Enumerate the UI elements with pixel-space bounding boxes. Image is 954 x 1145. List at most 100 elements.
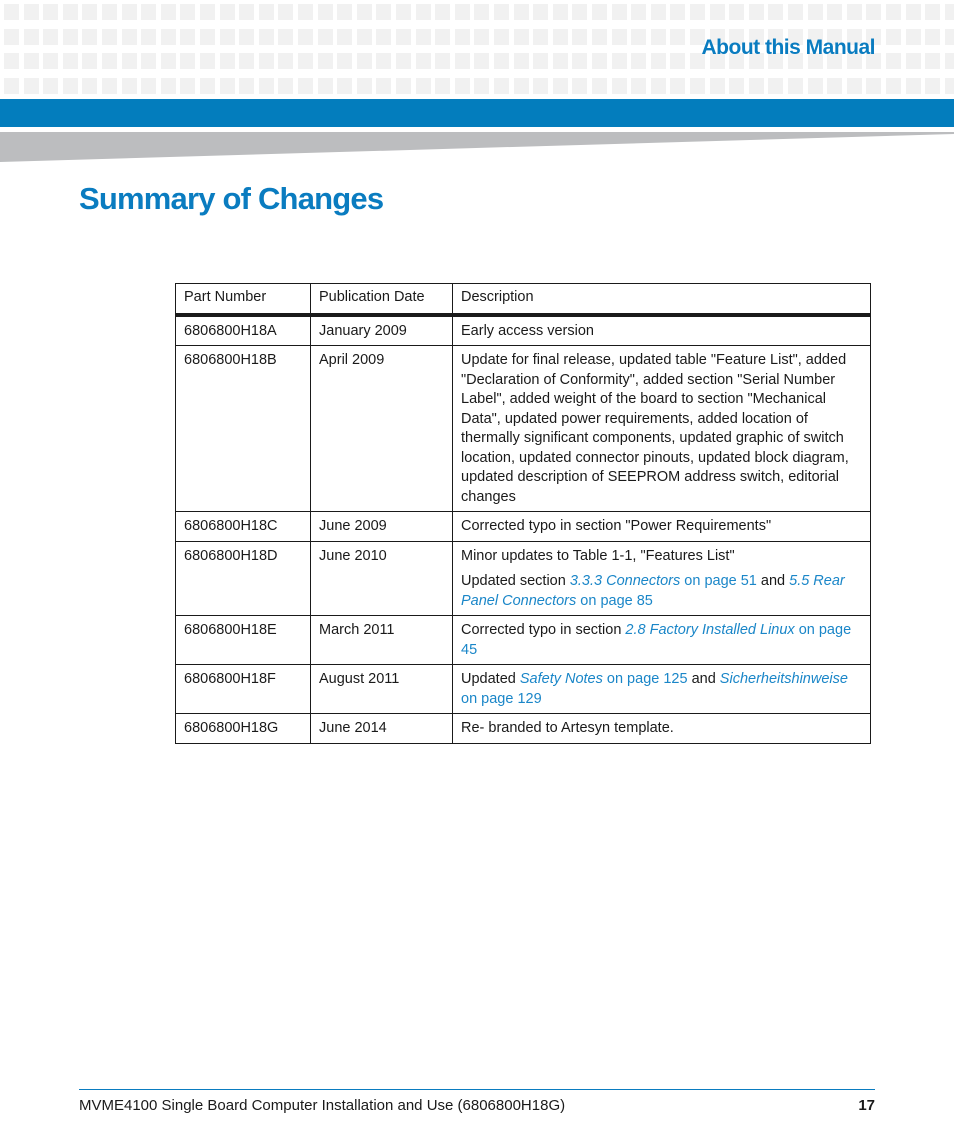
pattern-square: [631, 53, 647, 69]
pattern-square: [592, 53, 607, 69]
pattern-square: [709, 77, 725, 94]
description-cell: Re- branded to Artesyn template.: [452, 713, 871, 744]
pattern-square: [396, 28, 411, 45]
table-row: 6806800H18F August 2011 Updated Safety N…: [175, 664, 871, 714]
pattern-square: [121, 53, 137, 69]
header-blue-band: [0, 99, 954, 127]
pattern-square: [631, 77, 647, 94]
part-number-cell: 6806800H18G: [175, 713, 311, 744]
pattern-square: [592, 77, 607, 94]
pattern-square: [337, 4, 353, 20]
pattern-square: [396, 4, 411, 20]
pattern-square: [827, 77, 843, 94]
pattern-square: [356, 53, 372, 69]
footer-document-title: MVME4100 Single Board Computer Installat…: [79, 1097, 566, 1114]
pattern-square: [219, 77, 235, 94]
table-row: 6806800H18A January 2009 Early access ve…: [175, 314, 871, 346]
pattern-square: [866, 4, 882, 20]
pattern-square: [944, 53, 954, 69]
pattern-square: [121, 77, 137, 94]
pattern-square: [258, 77, 274, 94]
description-cell: Corrected typo in section "Power Require…: [452, 511, 871, 542]
page-number: 17: [858, 1097, 875, 1114]
pattern-square: [415, 28, 431, 45]
pattern-square: [807, 77, 823, 94]
pattern-square: [533, 4, 549, 20]
pattern-square: [43, 28, 59, 45]
pattern-square: [82, 77, 98, 94]
pattern-square: [356, 4, 372, 20]
pattern-square: [729, 4, 745, 20]
footer-divider: [79, 1089, 875, 1090]
pattern-square: [200, 53, 215, 69]
pattern-square: [925, 53, 941, 69]
pattern-square: [62, 77, 78, 94]
pattern-square: [670, 4, 686, 20]
pattern-square: [298, 28, 313, 45]
page-title: Summary of Changes: [79, 181, 384, 216]
table-row: 6806800H18G June 2014 Re- branded to Art…: [175, 713, 871, 744]
pattern-square: [925, 4, 941, 20]
link-page: on page 129: [461, 690, 542, 707]
pattern-square: [180, 4, 196, 20]
pattern-square: [43, 4, 59, 20]
pattern-square: [141, 53, 157, 69]
pattern-square: [944, 77, 954, 94]
pattern-square: [337, 77, 353, 94]
link-page: on page 85: [576, 592, 653, 609]
pattern-square: [141, 28, 157, 45]
pattern-square: [62, 53, 78, 69]
pattern-square: [552, 4, 568, 20]
pattern-square: [356, 77, 372, 94]
pattern-square: [886, 28, 901, 45]
pattern-square: [611, 4, 627, 20]
pattern-square: [160, 4, 176, 20]
link-page: on page 125: [602, 671, 688, 687]
pattern-square: [180, 53, 196, 69]
pattern-square: [102, 28, 117, 45]
table-row: 6806800H18E March 2011 Corrected typo in…: [175, 615, 871, 665]
pattern-square: [592, 4, 607, 20]
changes-table: Part Number Publication Date Description…: [175, 283, 871, 744]
publication-date-cell: June 2010: [310, 540, 453, 616]
pattern-square: [650, 28, 666, 45]
pattern-square: [650, 4, 666, 20]
pattern-square: [748, 4, 764, 20]
pattern-square: [494, 4, 509, 20]
pattern-square: [572, 77, 588, 94]
pattern-square: [23, 28, 39, 45]
pattern-square: [768, 4, 784, 20]
pattern-square: [552, 28, 568, 45]
pattern-square: [239, 4, 255, 20]
pattern-square: [670, 28, 686, 45]
pattern-square: [768, 77, 784, 94]
pattern-square: [239, 77, 255, 94]
pattern-square: [200, 28, 215, 45]
pattern-square: [474, 28, 490, 45]
pattern-square: [454, 53, 470, 69]
pattern-square: [4, 4, 19, 20]
pattern-square: [82, 53, 98, 69]
pattern-square: [944, 4, 954, 20]
pattern-square: [102, 4, 117, 20]
description-text: Minor updates to Table 1-1, "Features Li…: [461, 547, 735, 564]
pattern-square: [494, 28, 509, 45]
pattern-square: [23, 53, 39, 69]
pattern-square: [886, 53, 901, 69]
pattern-square: [102, 53, 117, 69]
pattern-square: [62, 28, 78, 45]
pattern-square: [846, 4, 862, 20]
connectors-link[interactable]: 3.3.3 Connectors on page 51: [570, 573, 757, 589]
pattern-square: [278, 4, 294, 20]
pattern-square: [141, 77, 157, 94]
part-number-cell: 6806800H18B: [175, 345, 311, 512]
pattern-square: [415, 4, 431, 20]
pattern-square: [82, 4, 98, 20]
pattern-square: [298, 4, 313, 20]
pattern-square: [454, 4, 470, 20]
pattern-square: [788, 77, 803, 94]
safety-notes-link[interactable]: Safety Notes on page 125: [520, 671, 688, 687]
pattern-square: [121, 28, 137, 45]
pattern-square: [4, 77, 19, 94]
pattern-square: [62, 4, 78, 20]
